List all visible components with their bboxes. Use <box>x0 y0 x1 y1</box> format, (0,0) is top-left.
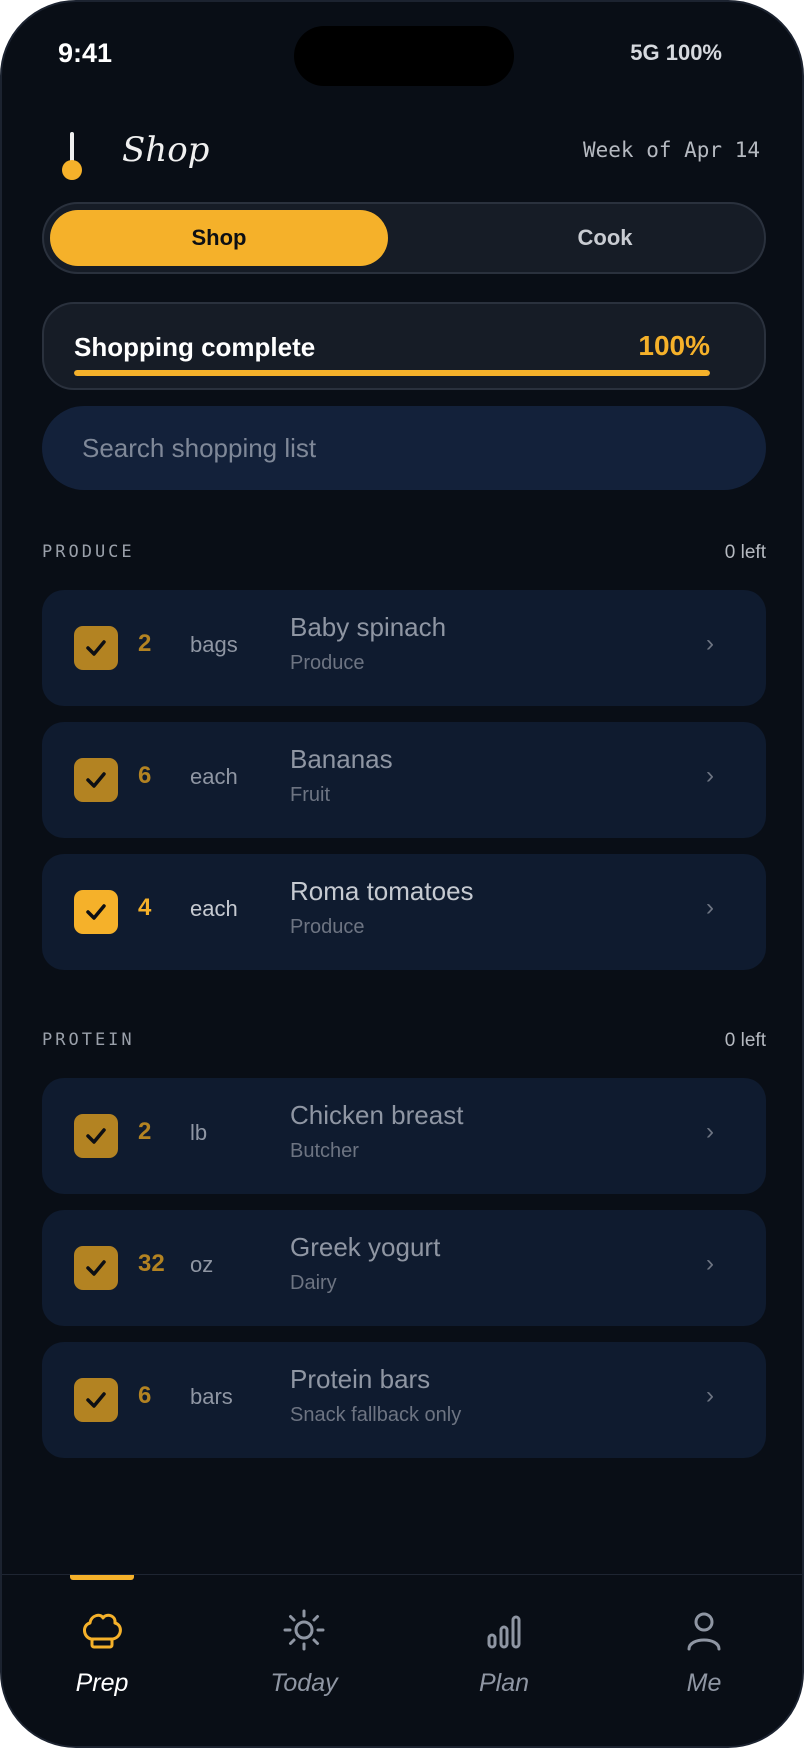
search-input[interactable] <box>42 406 766 490</box>
item-name: Greek yogurt <box>290 1232 441 1262</box>
segment-cook-button[interactable]: Cook <box>436 210 774 266</box>
item-name: Chicken breast <box>290 1100 464 1130</box>
chef-hat-icon <box>83 1613 122 1649</box>
item-checkbox[interactable] <box>74 758 118 802</box>
item-name: Bananas <box>290 744 393 774</box>
week-label: Week of Apr 14 <box>582 138 760 162</box>
item-category: Dairy <box>290 1272 337 1294</box>
person-icon <box>687 1612 721 1651</box>
section-title: PRODUCE <box>42 542 135 562</box>
item-name: Baby spinach <box>290 612 447 642</box>
progress-fill <box>74 370 710 376</box>
shopping-list-item[interactable]: 6 each Bananas Fruit › <box>42 722 766 838</box>
item-checkbox[interactable] <box>74 626 118 670</box>
chevron-right-icon[interactable]: › <box>706 762 714 790</box>
item-name: Protein bars <box>290 1364 431 1394</box>
section-header: PROTEIN 0 left <box>42 1030 766 1060</box>
item-quantity: 4 <box>138 894 152 921</box>
segment-shop-button[interactable]: Shop <box>50 210 388 266</box>
item-unit: oz <box>190 1252 214 1277</box>
tab-plan[interactable]: Plan <box>424 1605 584 1715</box>
section-title: PROTEIN <box>42 1030 135 1050</box>
tab-prep[interactable]: Prep <box>22 1605 182 1715</box>
item-checkbox[interactable] <box>74 1378 118 1422</box>
item-unit: lb <box>190 1120 208 1145</box>
item-checkbox[interactable] <box>74 1114 118 1158</box>
tab-me-label: Me <box>686 1669 722 1697</box>
active-tab-indicator <box>70 1575 134 1580</box>
chevron-right-icon[interactable]: › <box>706 630 714 658</box>
progress-label: Shopping complete <box>74 332 316 362</box>
item-unit: each <box>190 764 238 789</box>
tab-today-label: Today <box>270 1669 338 1697</box>
section-header: PRODUCE 0 left <box>42 542 766 572</box>
section-count: 0 left <box>724 1030 766 1051</box>
item-quantity: 6 <box>138 1382 152 1409</box>
item-quantity: 32 <box>138 1250 165 1277</box>
phone-screen: 9:41 5G 100% Shop Week of Apr 14 Shop Co… <box>0 0 804 1748</box>
status-time: 9:41 <box>58 38 113 68</box>
item-checkbox[interactable] <box>74 890 118 934</box>
progress-value: 100% <box>638 330 710 361</box>
item-category: Produce <box>290 916 365 938</box>
tab-bar: Prep Today Plan Me <box>2 1574 802 1746</box>
shopping-list-item[interactable]: 2 lb Chicken breast Butcher › <box>42 1078 766 1194</box>
shopping-list-item[interactable]: 4 each Roma tomatoes Produce › <box>42 854 766 970</box>
item-unit: each <box>190 896 238 921</box>
mode-segmented-control: Shop Cook <box>42 202 766 274</box>
tab-me[interactable]: Me <box>624 1605 784 1715</box>
chevron-right-icon[interactable]: › <box>706 1118 714 1146</box>
chevron-right-icon[interactable]: › <box>706 1382 714 1410</box>
item-category: Fruit <box>290 784 330 806</box>
status-signal-battery: 5G 100% <box>630 40 722 65</box>
section-count: 0 left <box>724 542 766 563</box>
item-unit: bags <box>190 632 238 657</box>
shopping-progress-card: Shopping complete 100% <box>42 302 766 390</box>
item-quantity: 2 <box>138 630 152 657</box>
tab-prep-label: Prep <box>75 1669 129 1697</box>
bar-chart-icon <box>487 1615 521 1649</box>
thermometer-logo-icon <box>60 132 84 180</box>
item-unit: bars <box>190 1384 233 1409</box>
tab-plan-label: Plan <box>478 1669 530 1697</box>
item-name: Roma tomatoes <box>290 876 474 906</box>
shopping-list-item[interactable]: 32 oz Greek yogurt Dairy › <box>42 1210 766 1326</box>
shopping-list-item[interactable]: 2 bags Baby spinach Produce › <box>42 590 766 706</box>
chevron-right-icon[interactable]: › <box>706 894 714 922</box>
item-checkbox[interactable] <box>74 1246 118 1290</box>
progress-track <box>74 370 710 376</box>
sun-icon <box>283 1609 325 1651</box>
shopping-list-item[interactable]: 6 bars Protein bars Snack fallback only › <box>42 1342 766 1458</box>
page-title: Shop <box>122 130 210 170</box>
item-category: Produce <box>290 652 365 674</box>
item-quantity: 2 <box>138 1118 152 1145</box>
item-category: Snack fallback only <box>290 1404 462 1426</box>
item-quantity: 6 <box>138 762 152 789</box>
chevron-right-icon[interactable]: › <box>706 1250 714 1278</box>
item-category: Butcher <box>290 1140 359 1162</box>
tab-today[interactable]: Today <box>224 1605 384 1715</box>
dynamic-island <box>294 26 514 86</box>
